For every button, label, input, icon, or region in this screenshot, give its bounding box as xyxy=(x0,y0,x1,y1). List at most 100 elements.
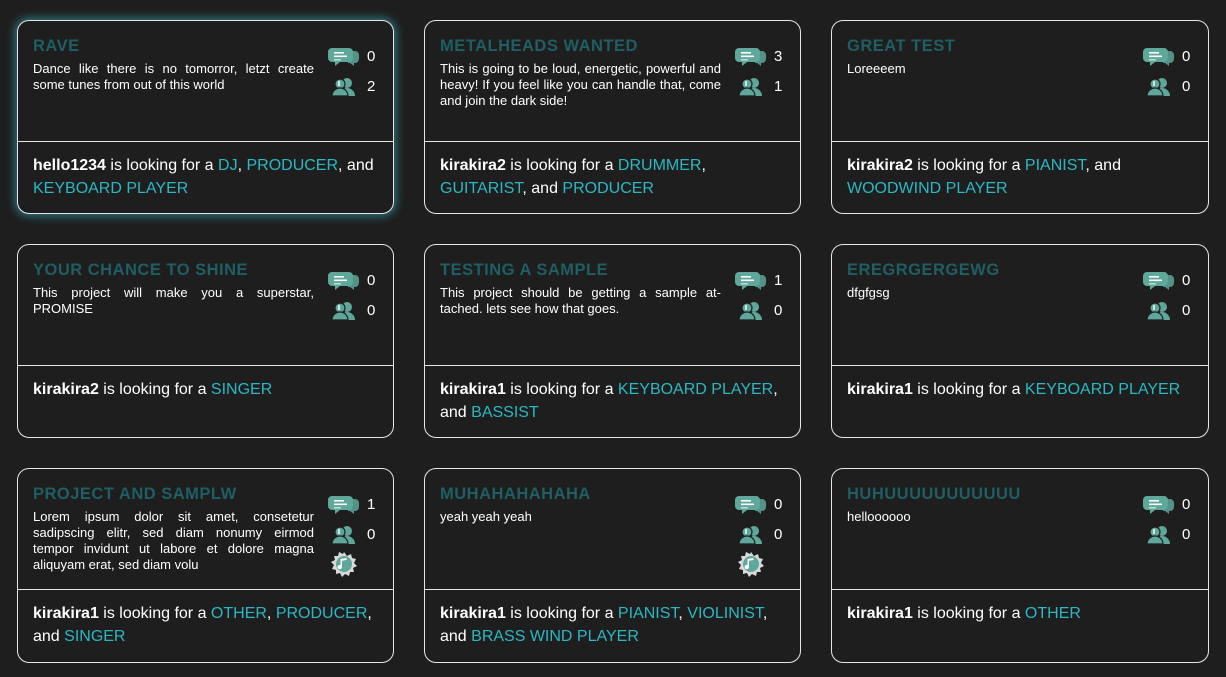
comments-stat[interactable]: 1 xyxy=(734,265,786,295)
comments-stat[interactable]: 1 xyxy=(327,489,379,519)
members-stat[interactable]: 0 xyxy=(734,519,786,549)
project-description: This project should be getting a sample … xyxy=(440,285,721,316)
project-stats: 3 1 xyxy=(734,41,786,101)
project-owner[interactable]: kirakira2 xyxy=(33,381,99,398)
members-icon xyxy=(734,522,768,546)
role-tag[interactable]: KEYBOARD PLAYER xyxy=(1025,381,1180,398)
comments-icon xyxy=(327,44,361,68)
comments-icon xyxy=(734,44,768,68)
looking-for: kirakira1 is looking for a KEYBOARD PLAY… xyxy=(832,366,1208,437)
project-stats: 0 0 xyxy=(1142,265,1194,325)
project-card[interactable]: METALHEADS WANTED This is going to be lo… xyxy=(424,20,801,214)
role-tag[interactable]: OTHER xyxy=(211,605,267,622)
project-card[interactable]: EREGRGERGEWG dfgfgsg 0 0 kirakira1 is lo… xyxy=(831,244,1209,438)
project-description: This project will make you a superstar, … xyxy=(33,285,314,316)
project-stats: 0 2 xyxy=(327,41,379,101)
members-count: 0 xyxy=(367,525,376,543)
role-tag[interactable]: KEYBOARD PLAYER xyxy=(33,180,188,197)
project-owner[interactable]: kirakira1 xyxy=(847,381,913,398)
card-header: RAVE Dance like there is no tomorror, le… xyxy=(18,21,393,141)
looking-for: kirakira2 is looking for a PIANIST, and … xyxy=(832,142,1208,213)
role-tag[interactable]: PIANIST xyxy=(1025,157,1085,174)
role-tag[interactable]: SINGER xyxy=(211,381,272,398)
members-stat[interactable]: 0 xyxy=(734,295,786,325)
comments-count: 3 xyxy=(774,47,783,65)
sample-stat[interactable] xyxy=(734,549,786,579)
comments-stat[interactable]: 0 xyxy=(327,265,379,295)
comments-stat[interactable]: 3 xyxy=(734,41,786,71)
project-owner[interactable]: kirakira1 xyxy=(440,381,506,398)
looking-for-text: is looking for a xyxy=(110,157,214,174)
project-stats: 1 0 xyxy=(327,489,379,579)
music-sample-icon xyxy=(327,552,361,577)
role-tag[interactable]: PRODUCER xyxy=(562,180,654,197)
looking-for: kirakira1 is looking for a KEYBOARD PLAY… xyxy=(425,366,800,437)
members-count: 0 xyxy=(774,301,783,319)
project-description: helloooooo xyxy=(847,509,911,524)
role-tag[interactable]: VIOLINIST xyxy=(687,605,763,622)
project-owner[interactable]: kirakira2 xyxy=(847,157,913,174)
sample-stat[interactable] xyxy=(327,549,379,579)
members-stat[interactable]: 0 xyxy=(327,519,379,549)
members-count: 2 xyxy=(367,77,376,95)
comments-count: 0 xyxy=(774,495,783,513)
project-description: yeah yeah yeah xyxy=(440,509,532,524)
comments-count: 0 xyxy=(1182,495,1191,513)
project-card[interactable]: PROJECT AND SAMPLW Lorem ipsum dolor sit… xyxy=(17,468,394,663)
members-stat[interactable]: 2 xyxy=(327,71,379,101)
project-owner[interactable]: kirakira1 xyxy=(440,605,506,622)
project-owner[interactable]: kirakira1 xyxy=(33,605,99,622)
role-tag[interactable]: GUITARIST xyxy=(440,180,522,197)
project-card[interactable]: RAVE Dance like there is no tomorror, le… xyxy=(17,20,394,214)
project-owner[interactable]: kirakira1 xyxy=(847,605,913,622)
role-tag[interactable]: PRODUCER xyxy=(246,157,338,174)
looking-for: kirakira1 is looking for a OTHER xyxy=(832,590,1208,662)
project-owner[interactable]: hello1234 xyxy=(33,157,106,174)
looking-for-text: is looking for a xyxy=(917,381,1021,398)
project-stats: 0 0 xyxy=(1142,41,1194,101)
project-owner[interactable]: kirakira2 xyxy=(440,157,506,174)
comments-stat[interactable]: 0 xyxy=(1142,265,1194,295)
role-tag[interactable]: SINGER xyxy=(64,628,125,645)
role-tag[interactable]: PIANIST xyxy=(618,605,678,622)
members-stat[interactable]: 0 xyxy=(1142,71,1194,101)
project-description: Lorem ipsum dolor sit amet, consetetur s… xyxy=(33,509,314,572)
role-tag[interactable]: BRASS WIND PLAYER xyxy=(471,628,639,645)
role-tag[interactable]: DRUMMER xyxy=(618,157,702,174)
comments-stat[interactable]: 0 xyxy=(734,489,786,519)
members-count: 0 xyxy=(1182,525,1191,543)
role-tag[interactable]: DJ xyxy=(218,157,238,174)
comments-count: 0 xyxy=(367,271,376,289)
members-stat[interactable]: 0 xyxy=(1142,519,1194,549)
card-header: YOUR CHANCE TO SHINE This project will m… xyxy=(18,245,393,365)
card-header: TESTING A SAMPLE This project should be … xyxy=(425,245,800,365)
role-tag[interactable]: OTHER xyxy=(1025,605,1081,622)
project-card[interactable]: TESTING A SAMPLE This project should be … xyxy=(424,244,801,438)
role-tag[interactable]: KEYBOARD PLAYER xyxy=(618,381,773,398)
comments-count: 0 xyxy=(1182,271,1191,289)
comments-stat[interactable]: 0 xyxy=(327,41,379,71)
comments-stat[interactable]: 0 xyxy=(1142,489,1194,519)
card-header: HUHUUUUUUUUUUU helloooooo 0 0 xyxy=(832,469,1208,589)
project-card[interactable]: HUHUUUUUUUUUUU helloooooo 0 0 kirakira1 … xyxy=(831,468,1209,663)
role-tag[interactable]: PRODUCER xyxy=(276,605,368,622)
members-stat[interactable]: 1 xyxy=(734,71,786,101)
project-card[interactable]: MUHAHAHAHAHA yeah yeah yeah 0 0 kirakira… xyxy=(424,468,801,663)
members-icon xyxy=(327,298,361,322)
looking-for-text: is looking for a xyxy=(917,157,1021,174)
members-icon xyxy=(1142,298,1176,322)
role-tag[interactable]: BASSIST xyxy=(471,404,539,421)
project-description: This is going to be loud, energetic, pow… xyxy=(440,61,721,108)
project-card[interactable]: YOUR CHANCE TO SHINE This project will m… xyxy=(17,244,394,438)
looking-for: kirakira2 is looking for a DRUMMER, GUIT… xyxy=(425,142,800,213)
comments-icon xyxy=(1142,268,1176,292)
members-stat[interactable]: 0 xyxy=(1142,295,1194,325)
looking-for-text: is looking for a xyxy=(103,381,207,398)
project-card[interactable]: GREAT TEST Loreeeem 0 0 kirakira2 is loo… xyxy=(831,20,1209,214)
members-count: 0 xyxy=(1182,77,1191,95)
comments-count: 0 xyxy=(1182,47,1191,65)
role-tag[interactable]: WOODWIND PLAYER xyxy=(847,180,1008,197)
comments-count: 0 xyxy=(367,47,376,65)
members-stat[interactable]: 0 xyxy=(327,295,379,325)
comments-stat[interactable]: 0 xyxy=(1142,41,1194,71)
